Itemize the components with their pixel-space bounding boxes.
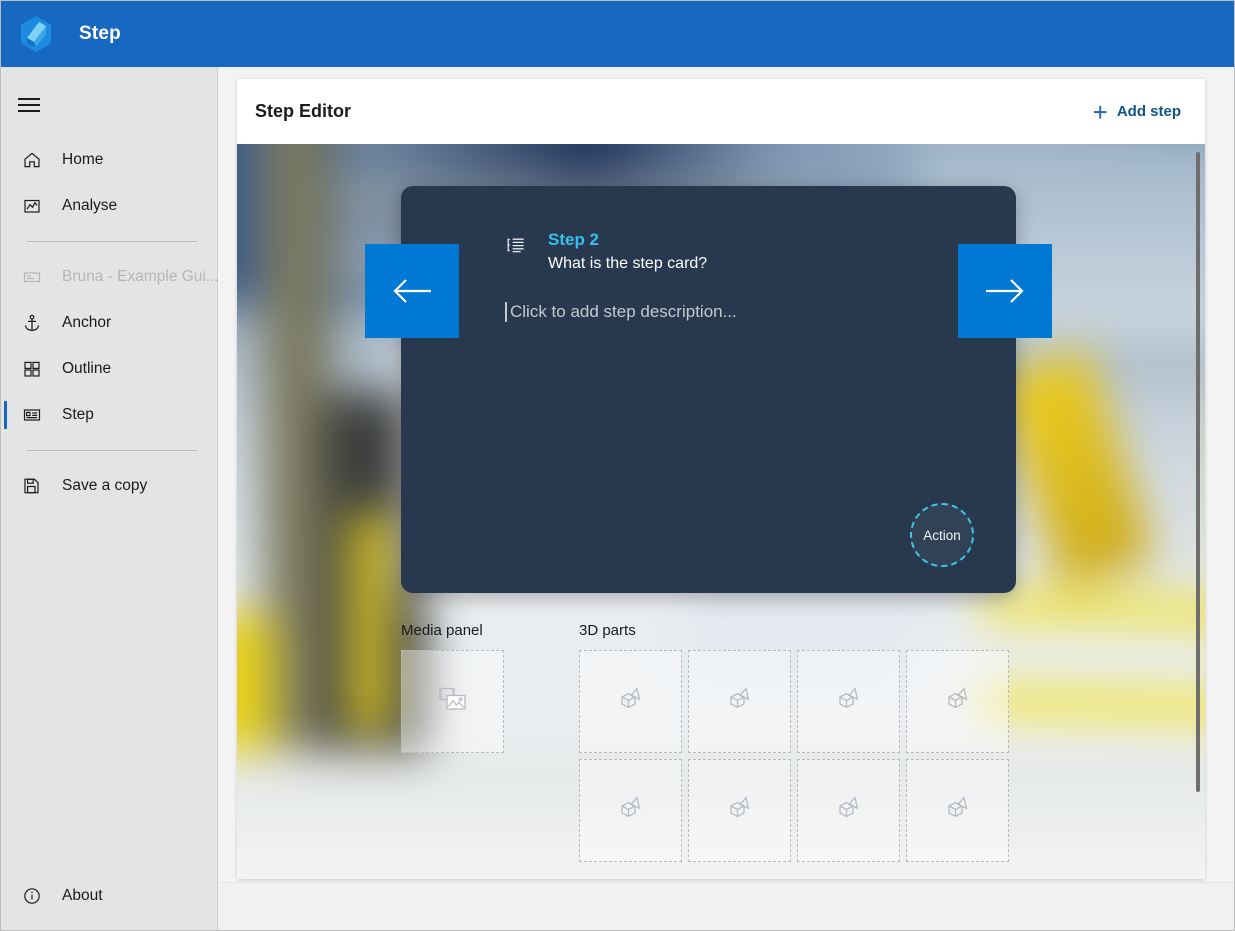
media-slot[interactable] [401, 650, 504, 753]
cube-3d-icon [724, 792, 756, 829]
hamburger-menu-icon[interactable] [1, 81, 57, 129]
sidebar-item-analyse[interactable]: Analyse [1, 183, 217, 229]
arrow-right-icon [984, 276, 1026, 306]
sidebar-item-label: Anchor [62, 314, 111, 332]
part-slot[interactable] [797, 650, 900, 753]
sidebar-item-home[interactable]: Home [1, 137, 217, 183]
sidebar-item-label: Outline [62, 360, 111, 378]
cube-3d-icon [833, 792, 865, 829]
info-circle-icon [19, 883, 45, 909]
step-editor-canvas: Step 2 What is the step card? Click to a… [237, 144, 1205, 879]
cube-3d-icon [942, 683, 974, 720]
guide-card-icon [19, 264, 45, 290]
step-list-icon [505, 234, 527, 256]
part-slot[interactable] [906, 650, 1009, 753]
sidebar-item-label: Step [62, 406, 94, 424]
part-slot[interactable] [688, 759, 791, 862]
part-slot[interactable] [906, 759, 1009, 862]
sidebar-item-label: Analyse [62, 197, 117, 215]
step-card: Step 2 What is the step card? Click to a… [401, 186, 1016, 593]
sidebar-item-label: Save a copy [62, 477, 147, 495]
action-button[interactable]: Action [910, 503, 974, 567]
step-title-text[interactable]: What is the step card? [548, 255, 707, 273]
anchor-icon [19, 310, 45, 336]
add-step-label: Add step [1117, 103, 1181, 120]
cube-3d-icon [833, 683, 865, 720]
cube-3d-icon [942, 792, 974, 829]
outline-grid-icon [19, 356, 45, 382]
media-panel-label: Media panel [401, 622, 579, 639]
sidebar-item-about[interactable]: About [1, 873, 217, 919]
sidebar-item-outline[interactable]: Outline [1, 346, 217, 392]
parts-panel-label: 3D parts [579, 622, 1009, 639]
sidebar-item-anchor[interactable]: Anchor [1, 300, 217, 346]
part-slot[interactable] [688, 650, 791, 753]
app-title: Step [79, 23, 121, 45]
app-window: Step Home [0, 0, 1235, 931]
sidebar-item-guide-name: Bruna - Example Gui... [1, 254, 217, 300]
media-panel-section: Media panel [401, 622, 579, 862]
sidebar: Home Analyse B [1, 67, 218, 931]
status-bar [219, 882, 1234, 930]
sidebar-item-label: Home [62, 151, 103, 169]
next-step-button[interactable] [958, 244, 1052, 338]
sidebar-item-save-a-copy[interactable]: Save a copy [1, 463, 217, 509]
parts-grid [579, 650, 1009, 862]
arrow-left-icon [391, 276, 433, 306]
analyse-chart-icon [19, 193, 45, 219]
title-bar: Step [1, 1, 1234, 67]
save-copy-icon [19, 473, 45, 499]
cube-3d-icon [615, 792, 647, 829]
sidebar-divider-top [27, 241, 197, 242]
add-step-button[interactable]: + Add step [1085, 93, 1189, 131]
step-header: Step 2 What is the step card? [505, 230, 707, 273]
step-description-input[interactable]: Click to add step description... [505, 302, 737, 322]
canvas-scrollbar[interactable] [1192, 144, 1205, 879]
scrollbar-thumb[interactable] [1196, 152, 1200, 792]
sidebar-nav: Home Analyse B [1, 137, 217, 509]
step-editor-panel: Step Editor + Add step [237, 79, 1205, 879]
sidebar-item-step[interactable]: Step [1, 392, 217, 438]
plus-icon: + [1093, 99, 1108, 125]
part-slot[interactable] [579, 759, 682, 862]
step-card-icon [19, 402, 45, 428]
part-slot[interactable] [797, 759, 900, 862]
previous-step-button[interactable] [365, 244, 459, 338]
sidebar-divider-bottom [27, 450, 197, 451]
dynamics-guides-logo-icon [15, 13, 57, 55]
cube-3d-icon [724, 683, 756, 720]
step-number-label: Step 2 [548, 230, 707, 250]
panel-header: Step Editor + Add step [237, 79, 1205, 144]
parts-panel-section: 3D parts [579, 622, 1009, 862]
sidebar-bottom: About [1, 873, 217, 919]
cube-3d-icon [615, 683, 647, 720]
content-area: Step Editor + Add step [219, 67, 1234, 931]
page-title: Step Editor [255, 101, 351, 122]
sidebar-item-label: About [62, 887, 103, 905]
sidebar-item-label: Bruna - Example Gui... [62, 268, 219, 286]
assets-row: Media panel [401, 622, 1009, 862]
home-icon [19, 147, 45, 173]
media-image-icon [438, 686, 468, 717]
part-slot[interactable] [579, 650, 682, 753]
